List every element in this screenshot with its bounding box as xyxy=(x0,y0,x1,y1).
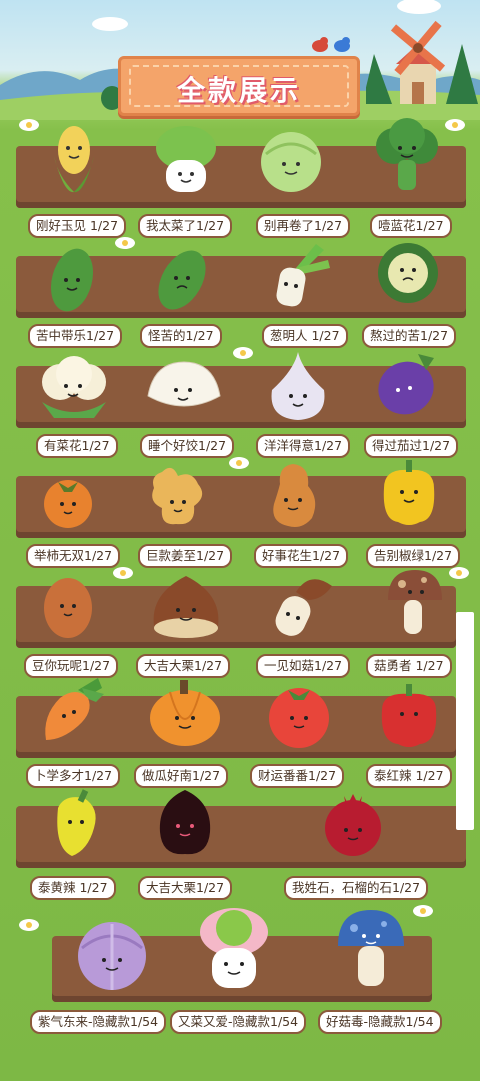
blue-mushroom-icon[interactable] xyxy=(334,906,408,994)
birds-icon xyxy=(312,37,350,52)
item-label: 菇勇者 1/27 xyxy=(366,654,452,678)
scallion-icon[interactable] xyxy=(266,238,336,312)
windmill-icon xyxy=(366,20,478,104)
item-label: 睡个好饺1/27 xyxy=(140,434,235,458)
title-banner: 全款展示 xyxy=(118,56,360,116)
flower-icon xyxy=(445,119,465,131)
item-label: 大吉大栗1/27 xyxy=(136,654,231,678)
yellow-pepper-icon[interactable] xyxy=(44,788,104,864)
dumpling-icon[interactable] xyxy=(144,356,224,420)
flower-icon xyxy=(115,237,135,249)
bell-pepper-icon[interactable] xyxy=(376,458,442,532)
page-title: 全款展示 xyxy=(176,74,301,107)
item-label: 做瓜好南1/27 xyxy=(134,764,229,788)
item-label: 举柿无双1/27 xyxy=(26,544,121,568)
item-label: 得过茄过1/27 xyxy=(364,434,459,458)
item-label: 紫气东来-隐藏款1/54 xyxy=(30,1010,167,1034)
item-label: 刚好玉见 1/27 xyxy=(28,214,127,238)
bitter-melon-icon[interactable] xyxy=(152,240,212,318)
tomato-icon[interactable] xyxy=(262,680,336,752)
chestnut-icon[interactable] xyxy=(148,574,224,644)
bitter-melon-icon[interactable] xyxy=(44,240,100,318)
flower-icon xyxy=(19,919,39,931)
ginger-icon[interactable] xyxy=(142,462,212,534)
eggplant-icon[interactable] xyxy=(374,348,440,422)
item-label: 有菜花1/27 xyxy=(36,434,118,458)
flower-icon xyxy=(233,347,253,359)
flower-icon xyxy=(229,457,249,469)
pink-bok-choy-icon[interactable] xyxy=(194,904,274,994)
item-label: 豆你玩呢1/27 xyxy=(24,654,119,678)
item-label: 卜学多才1/27 xyxy=(26,764,121,788)
pomegranate-icon[interactable] xyxy=(318,788,388,862)
pumpkin-icon[interactable] xyxy=(146,676,224,752)
flower-icon xyxy=(413,905,433,917)
purple-cabbage-icon[interactable] xyxy=(70,914,154,996)
bok-choy-icon[interactable] xyxy=(148,122,224,200)
scrollbar[interactable] xyxy=(456,612,474,830)
item-label: 告别椒绿1/27 xyxy=(366,544,461,568)
item-label: 洋洋得意1/27 xyxy=(256,434,351,458)
peanut-icon[interactable] xyxy=(264,460,322,534)
persimmon-icon[interactable] xyxy=(40,474,96,534)
item-label: 一见如菇1/27 xyxy=(256,654,351,678)
item-label: 巨款姜至1/27 xyxy=(138,544,233,568)
item-label: 又菜又爱-隐藏款1/54 xyxy=(170,1010,307,1034)
mushroom-icon[interactable] xyxy=(384,566,446,644)
item-label: 葱明人 1/27 xyxy=(262,324,348,348)
item-label: 别再卷了1/27 xyxy=(256,214,351,238)
shiitake-icon[interactable] xyxy=(270,566,336,644)
carrot-icon[interactable] xyxy=(38,676,108,752)
potato-icon[interactable] xyxy=(38,570,98,644)
cauliflower-icon[interactable] xyxy=(34,352,114,426)
item-label: 好菇毒-隐藏款1/54 xyxy=(318,1010,442,1034)
cabbage-icon[interactable] xyxy=(256,124,326,198)
flower-icon xyxy=(449,567,469,579)
collection-page: 全款展示 刚好玉见 1/27 我太菜了1/27 别再卷了1/27 噎蓝花1/27… xyxy=(0,0,480,1081)
flower-icon xyxy=(19,119,39,131)
flower-icon xyxy=(113,567,133,579)
item-label: 泰黄辣 1/27 xyxy=(30,876,116,900)
item-label: 我姓石，石榴的石1/27 xyxy=(284,876,429,900)
red-pepper-icon[interactable] xyxy=(376,682,442,754)
item-label: 熬过的苦1/27 xyxy=(362,324,457,348)
item-label: 大吉大栗1/27 xyxy=(138,876,233,900)
item-label: 财运番番1/27 xyxy=(250,764,345,788)
item-label: 怪苦的1/27 xyxy=(140,324,222,348)
dark-chestnut-icon[interactable] xyxy=(154,786,216,862)
item-label: 苦中带乐1/27 xyxy=(28,324,123,348)
item-label: 好事花生1/27 xyxy=(254,544,349,568)
item-label: 泰红辣 1/27 xyxy=(366,764,452,788)
cut-bitter-melon-icon[interactable] xyxy=(376,240,440,310)
item-label: 噎蓝花1/27 xyxy=(370,214,452,238)
broccoli-icon[interactable] xyxy=(372,118,442,198)
item-label: 我太菜了1/27 xyxy=(138,214,233,238)
garlic-icon[interactable] xyxy=(266,350,330,426)
cloud-icon xyxy=(92,17,128,31)
corn-icon[interactable] xyxy=(44,116,104,200)
